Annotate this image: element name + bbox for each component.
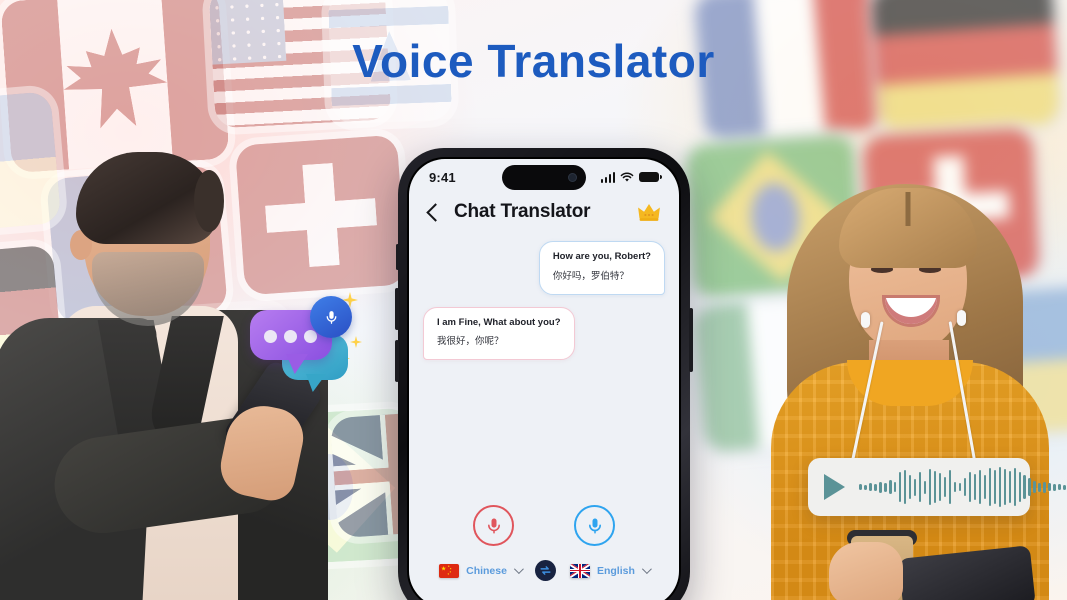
- waveform-bar: [958, 483, 962, 491]
- signal-icon: [600, 171, 615, 183]
- waveform-bar: [1043, 481, 1047, 493]
- audio-player-card: [808, 458, 1066, 516]
- language-name-source: Chinese: [466, 564, 507, 577]
- waveform-bar: [1048, 483, 1051, 491]
- chat-message-list[interactable]: How are you, Robert? 你好吗，罗伯特？ I am Fine,…: [409, 237, 679, 505]
- message-translation-text: 你好吗，罗伯特？: [552, 270, 629, 282]
- waveform-bar: [988, 468, 992, 506]
- message-source-text: I am Fine, What about you?: [437, 316, 561, 328]
- waveform-bar: [1023, 475, 1027, 499]
- audio-waveform[interactable]: [859, 467, 1066, 507]
- waveform-bar: [893, 482, 897, 492]
- microphone-badge-icon: [310, 296, 352, 338]
- waveform-bar: [1018, 472, 1022, 502]
- play-triangle-icon[interactable]: [824, 474, 845, 500]
- message-source-text: How are you, Robert?: [552, 251, 651, 262]
- waveform-bar: [1063, 484, 1066, 490]
- chat-row: How are you, Robert? 你好吗，罗伯特？: [423, 241, 665, 295]
- waveform-bar: [928, 469, 932, 505]
- microphone-button-target[interactable]: [574, 505, 615, 546]
- waveform-bar: [863, 484, 867, 490]
- waveform-bar: [978, 470, 982, 504]
- waveform-bar: [913, 478, 917, 496]
- waveform-bar: [859, 484, 862, 490]
- front-camera-icon: [568, 173, 577, 182]
- battery-icon: [639, 171, 662, 183]
- message-translation-text: 我很好，你呢？: [437, 336, 504, 348]
- app-store-screenshot: Voice Translator 9:41 Chat Translator Ho…: [0, 0, 1067, 600]
- waveform-bar: [883, 482, 887, 492]
- waveform-bar: [1038, 482, 1042, 492]
- waveform-bar: [1053, 483, 1056, 491]
- translator-controls: Chinese English: [409, 505, 679, 600]
- microphone-icon: [588, 518, 601, 533]
- waveform-bar: [963, 478, 967, 496]
- waveform-bar: [998, 467, 1002, 507]
- waveform-bar: [878, 481, 882, 493]
- waveform-bar: [888, 480, 892, 494]
- microphone-button-source[interactable]: [473, 505, 514, 546]
- phone-screen: 9:41 Chat Translator How are you, Robert…: [409, 159, 679, 600]
- nav-bar: Chat Translator: [409, 195, 679, 237]
- waveform-bar: [873, 483, 877, 491]
- language-name-target: English: [596, 564, 635, 577]
- phone-volume-up-button: [395, 288, 399, 330]
- status-bar: 9:41: [409, 159, 679, 195]
- language-selector-source[interactable]: Chinese: [439, 563, 524, 578]
- phone-mockup: 9:41 Chat Translator How are you, Robert…: [395, 148, 693, 600]
- status-time: 9:41: [429, 169, 456, 185]
- waveform-bar: [918, 472, 922, 502]
- microphone-icon: [487, 518, 500, 533]
- waveform-bar: [973, 474, 977, 500]
- language-selector-row: Chinese English: [409, 560, 679, 581]
- swap-languages-button[interactable]: [534, 560, 556, 581]
- waveform-bar: [938, 473, 942, 501]
- page-title-chat-translator: Chat Translator: [454, 201, 591, 222]
- waveform-bar: [903, 470, 907, 504]
- waveform-bar: [908, 475, 912, 499]
- waveform-bar: [1003, 469, 1007, 505]
- photo-woman-with-earphones: [743, 170, 1067, 600]
- chevron-left-icon[interactable]: [426, 202, 445, 222]
- phone-power-button: [689, 308, 693, 372]
- waveform-bar: [923, 480, 927, 494]
- waveform-bar: [983, 475, 987, 499]
- chevron-down-icon[interactable]: [641, 564, 652, 575]
- waveform-bar: [868, 483, 872, 491]
- swap-arrows-icon: [540, 566, 551, 575]
- waveform-bar: [1028, 478, 1032, 496]
- phone-volume-down-button: [395, 340, 399, 382]
- waveform-bar: [898, 472, 902, 502]
- waveform-bar: [943, 477, 947, 497]
- phone-mute-switch: [396, 244, 399, 270]
- waveform-bar: [1008, 471, 1012, 503]
- flag-china-icon: [439, 563, 460, 578]
- waveform-bar: [1058, 484, 1061, 490]
- chevron-down-icon[interactable]: [513, 564, 524, 575]
- page-title: Voice Translator: [352, 35, 715, 87]
- waveform-bar: [1013, 468, 1017, 506]
- wifi-icon: [620, 172, 634, 182]
- waveform-bar: [953, 482, 957, 492]
- waveform-bar: [948, 470, 952, 504]
- chat-row: I am Fine, What about you? 我很好，你呢？: [423, 306, 665, 361]
- waveform-bar: [933, 471, 937, 503]
- waveform-bar: [1033, 481, 1037, 493]
- chat-bubble-outgoing[interactable]: How are you, Robert? 你好吗，罗伯特？: [538, 241, 665, 295]
- language-selector-target[interactable]: English: [569, 563, 652, 578]
- waveform-bar: [968, 472, 972, 502]
- phone-bezel: 9:41 Chat Translator How are you, Robert…: [407, 157, 681, 600]
- crown-icon[interactable]: [637, 202, 661, 222]
- chat-bubbles-illustration: [248, 292, 362, 390]
- flag-united-kingdom-icon: [569, 563, 590, 578]
- waveform-bar: [993, 470, 997, 504]
- microphone-row: [409, 505, 679, 560]
- dynamic-island: [502, 165, 586, 190]
- chat-bubble-incoming[interactable]: I am Fine, What about you? 我很好，你呢？: [423, 306, 575, 361]
